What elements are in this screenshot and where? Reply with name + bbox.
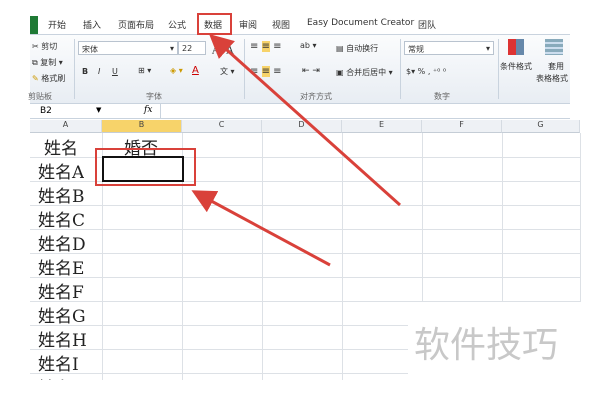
arrow-to-cell-b2 [191,190,331,267]
arrow-to-data-tab [209,33,402,207]
annotation-arrows [191,33,402,267]
